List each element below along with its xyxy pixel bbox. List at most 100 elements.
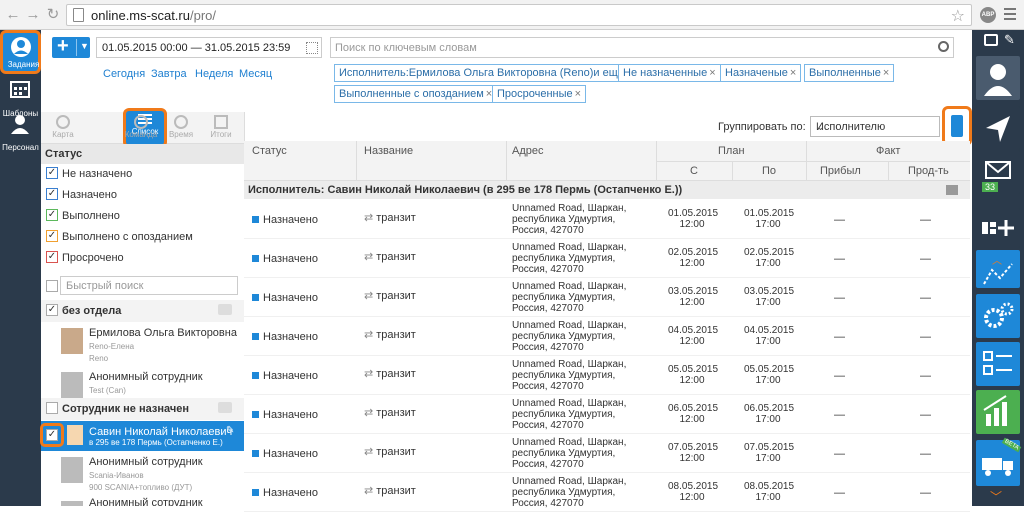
employee-group-header[interactable]: Сотрудник не назначен <box>41 398 244 420</box>
nav-item-personnel[interactable]: Персонал <box>0 114 41 154</box>
search-icon[interactable] <box>938 41 949 52</box>
quick-date-tomorrow[interactable]: Завтра <box>151 68 187 80</box>
status-filter-late[interactable]: ✓ Выполнено с опозданием <box>46 227 193 247</box>
checkbox[interactable]: ✓ <box>46 304 58 317</box>
reload-icon[interactable]: ↻ <box>44 6 62 24</box>
table-row[interactable]: Назначено ⇄ транзит Unnamed Road, Шаркан, р… <box>244 395 970 434</box>
bookmark-star-icon[interactable]: ☆ <box>951 6 965 26</box>
print-icon[interactable] <box>946 185 958 195</box>
tab-time[interactable]: Время <box>161 112 201 144</box>
keyword-search-input[interactable]: Поиск по ключевым словам <box>330 37 954 58</box>
col-address: Адрес <box>512 145 544 157</box>
checkbox[interactable]: ✓ <box>46 429 58 441</box>
settings-button[interactable] <box>976 294 1020 338</box>
edit-icon[interactable]: ✎ <box>226 425 234 436</box>
filter-chip-late[interactable]: Выполненные с опозданием × <box>334 85 498 103</box>
address-bar[interactable]: online.ms-scat.ru/pro/ ☆ <box>66 4 972 26</box>
checkbox[interactable] <box>46 402 58 415</box>
chat-icon[interactable] <box>984 34 998 46</box>
quick-date-month[interactable]: Месяц <box>239 68 272 80</box>
row-status: Назначено <box>252 214 318 226</box>
filter-chip-unassigned[interactable]: Не назначенные × <box>618 64 721 82</box>
layout-add-button[interactable] <box>976 208 1020 248</box>
row-plan-from: 04.05.2015 12:00 <box>668 325 719 347</box>
back-icon[interactable]: ← <box>4 6 22 24</box>
col-plan-to: По <box>762 165 777 177</box>
route-button[interactable]: ︿ <box>976 250 1020 288</box>
checkbox[interactable]: ✓ <box>46 188 58 201</box>
status-filter-assigned[interactable]: ✓ Назначено <box>46 185 117 205</box>
filter-chip-overdue[interactable]: Просроченные × <box>492 85 587 103</box>
panel-toggle-button[interactable] <box>942 106 972 146</box>
row-plan-from: 07.05.2015 12:00 <box>668 442 719 464</box>
row-name: ⇄ транзит <box>364 485 416 497</box>
nav-item-tasks[interactable]: Задания <box>0 30 41 74</box>
forward-icon[interactable]: → <box>24 6 42 24</box>
table-row[interactable]: Назначено ⇄ транзит Unnamed Road, Шаркан, р… <box>244 317 970 356</box>
tab-totals[interactable]: Итоги <box>201 112 241 144</box>
employee-item[interactable]: Анонимный сотрудник Scania-Иванов 900 SC… <box>41 451 244 495</box>
browser-menu-icon[interactable] <box>1004 8 1016 23</box>
status-filter-unassigned[interactable]: ✓ Не назначено <box>46 164 132 184</box>
employee-item[interactable]: Анонимный сотрудник <box>41 495 244 506</box>
employee-item[interactable]: Анонимный сотрудник Test (Can) <box>41 366 244 400</box>
quick-search-input[interactable]: Быстрый поиск <box>60 276 238 295</box>
comment-icon[interactable] <box>218 304 232 315</box>
close-icon[interactable]: × <box>575 88 581 100</box>
row-status: Назначено <box>252 409 318 421</box>
row-fact-arrival: — <box>834 409 845 421</box>
quick-date-week[interactable]: Неделя <box>195 68 233 80</box>
row-name: ⇄ транзит <box>364 368 416 380</box>
filter-chip-executor[interactable]: Исполнитель:Ермилова Ольга Викторовна (R… <box>334 64 638 82</box>
table-row[interactable]: Назначено ⇄ транзит Unnamed Road, Шаркан, р… <box>244 239 970 278</box>
checkbox[interactable]: ✓ <box>46 209 58 222</box>
row-plan-to: 08.05.2015 17:00 <box>744 481 795 503</box>
executor-group-row[interactable]: Исполнитель: Савин Николай Николаевич (в… <box>244 181 970 199</box>
checkbox[interactable]: ✓ <box>46 230 58 243</box>
status-filter-completed[interactable]: ✓ Выполнено <box>46 206 120 226</box>
navigate-button[interactable] <box>976 106 1020 150</box>
messages-badge: 33 <box>982 182 999 192</box>
status-dot <box>252 411 259 418</box>
status-filter-overdue[interactable]: ✓ Просрочено <box>46 248 124 268</box>
select-all-checkbox[interactable] <box>46 280 58 293</box>
row-fact-arrival: — <box>834 370 845 382</box>
adblock-icon[interactable]: ABP <box>980 7 996 23</box>
avatar <box>61 328 83 354</box>
checkbox[interactable]: ✓ <box>46 167 58 180</box>
calendar-icon[interactable] <box>306 42 318 54</box>
delivery-button[interactable]: BETA <box>976 437 1022 486</box>
table-row[interactable]: Назначено ⇄ транзит Unnamed Road, Шаркан, р… <box>244 434 970 473</box>
reports-button[interactable] <box>976 390 1020 434</box>
messages-button[interactable]: 33 <box>976 150 1020 194</box>
quick-date-today[interactable]: Сегодня <box>103 68 145 80</box>
repeat-icon: ⇄ <box>364 212 374 224</box>
checkbox[interactable]: ✓ <box>46 251 58 264</box>
date-range-input[interactable]: 01.05.2015 00:00 — 31.05.2015 23:59 <box>96 37 322 58</box>
employee-item-selected[interactable]: Савин Николай Николаевич в 295 ве 178 Пе… <box>41 421 244 451</box>
filter-chip-completed[interactable]: Выполненные × <box>804 64 895 82</box>
close-icon[interactable]: × <box>883 67 889 79</box>
employee-group-header[interactable]: ✓ без отдела <box>41 300 244 322</box>
chevron-down-icon[interactable]: ﹀ <box>990 488 1002 505</box>
close-icon[interactable]: × <box>709 67 715 79</box>
employee-select-checkbox[interactable]: ✓ <box>40 423 64 447</box>
profile-button[interactable] <box>976 56 1020 100</box>
col-name: Название <box>364 145 414 157</box>
group-by-select[interactable]: Исполнителю ⌄ <box>810 116 940 137</box>
status-dot <box>252 216 259 223</box>
add-task-button[interactable]: + ▼ <box>52 35 90 58</box>
table-row[interactable]: Назначено ⇄ транзит Unnamed Road, Шаркан, р… <box>244 473 970 512</box>
tab-map[interactable]: Карта <box>43 112 83 144</box>
employee-item[interactable]: Ермилова Ольга Викторовна Reno-Елена Ren… <box>41 322 244 366</box>
checklist-button[interactable] <box>976 342 1020 386</box>
edit-icon[interactable]: ✎ <box>1004 32 1015 48</box>
comment-icon[interactable] <box>218 402 232 413</box>
chevron-up-icon[interactable]: ︿ <box>992 252 1002 267</box>
table-row[interactable]: Назначено ⇄ транзит Unnamed Road, Шаркан, р… <box>244 356 970 395</box>
close-icon[interactable]: × <box>790 67 796 79</box>
table-row[interactable]: Назначено ⇄ транзит Unnamed Road, Шаркан, р… <box>244 200 970 239</box>
tab-team[interactable]: Команда <box>121 112 161 144</box>
filter-chip-assigned[interactable]: Назначеные × <box>720 64 802 82</box>
table-row[interactable]: Назначено ⇄ транзит Unnamed Road, Шаркан, р… <box>244 278 970 317</box>
